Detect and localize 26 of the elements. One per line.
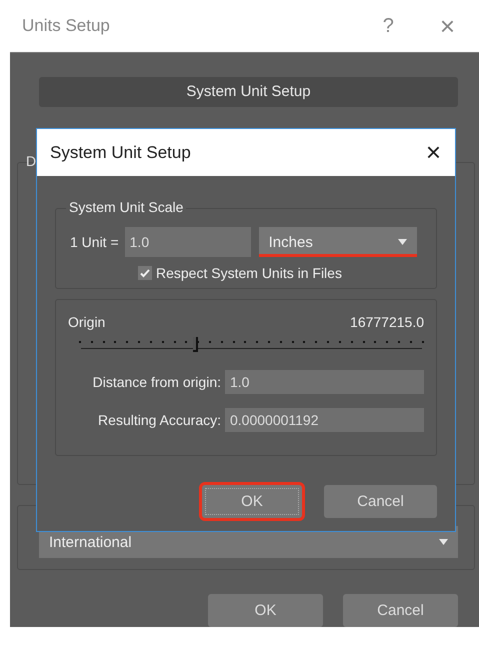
dialog-title: System Unit Setup: [50, 142, 191, 162]
caret-icon: [398, 239, 407, 245]
field-label: Resulting Accuracy:: [97, 412, 221, 428]
cancel-button[interactable]: Cancel: [343, 594, 458, 627]
group-label: System Unit Scale: [66, 199, 186, 215]
field-label: Distance from origin:: [92, 374, 221, 390]
ok-button[interactable]: OK: [208, 594, 323, 627]
input-field[interactable]: 0.0000001192: [225, 408, 424, 432]
caret-icon: [439, 539, 448, 546]
ok-button[interactable]: OK: [202, 485, 302, 518]
unit-value-field[interactable]: 1.0: [124, 227, 251, 257]
cancel-button[interactable]: Cancel: [324, 485, 437, 518]
checkbox[interactable]: [138, 266, 152, 280]
slider-thumb[interactable]: [192, 337, 198, 352]
help-button[interactable]: ?: [382, 14, 394, 38]
input-field[interactable]: 1.0: [225, 370, 424, 394]
checkbox-label: Respect System Units in Files: [156, 265, 342, 281]
window-title: Units Setup: [22, 16, 111, 36]
group-label: D: [26, 152, 36, 169]
unit-label: 1 Unit =: [70, 234, 119, 250]
close-button[interactable]: ×: [426, 137, 441, 168]
origin-label: Origin: [68, 314, 106, 330]
close-button[interactable]: ×: [440, 10, 455, 42]
origin-value: 16777215.0: [350, 314, 424, 330]
unit-type-dropdown[interactable]: Inches: [258, 227, 417, 257]
system-unit-setup-button[interactable]: System Unit Setup: [39, 77, 458, 107]
